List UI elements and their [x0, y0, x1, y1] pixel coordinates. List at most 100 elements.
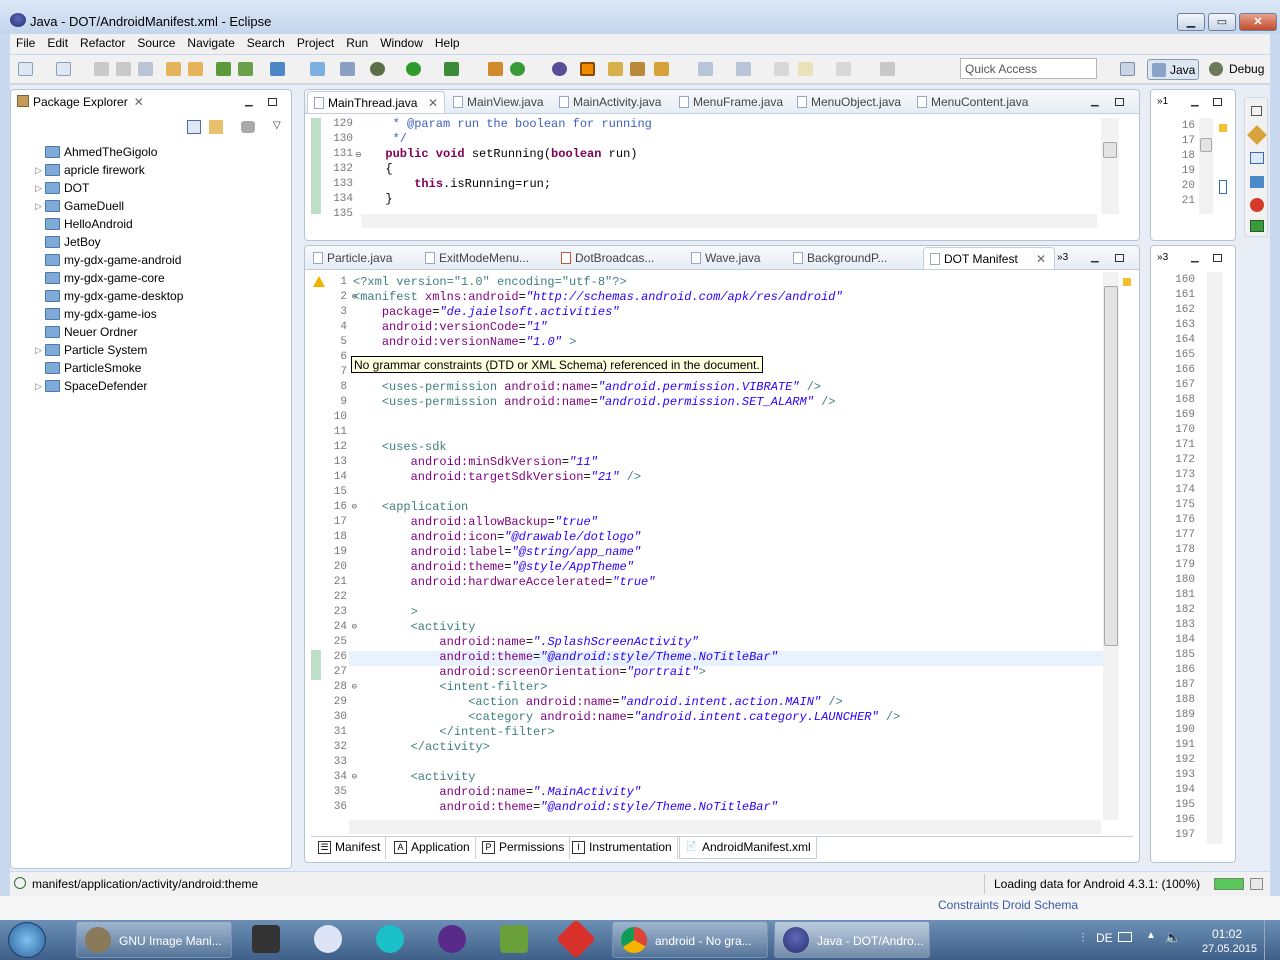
tray-expand-icon[interactable]: ⋮: [1078, 932, 1088, 943]
expand-icon[interactable]: ▷: [35, 378, 42, 394]
page-permissions[interactable]: P Permissions: [477, 837, 571, 859]
new-package-icon[interactable]: [488, 62, 503, 76]
maximize-view-icon[interactable]: [1213, 254, 1222, 262]
vertical-scrollbar[interactable]: [1103, 272, 1119, 820]
task-chrome[interactable]: android - No gra...: [612, 921, 768, 958]
tab-mainview[interactable]: MainView.java: [447, 91, 550, 113]
tab-menucontent[interactable]: MenuContent.java: [911, 91, 1034, 113]
eclipse-launcher-icon[interactable]: [438, 925, 466, 953]
progress-bar[interactable]: [1214, 878, 1244, 890]
warning-marker[interactable]: [1123, 278, 1131, 286]
task-eclipse[interactable]: Java - DOT/Andro...: [774, 921, 930, 958]
progress-view-icon[interactable]: [1250, 878, 1263, 890]
tree-item[interactable]: HelloAndroid: [35, 216, 183, 234]
tree-item[interactable]: Neuer Ordner: [35, 324, 183, 342]
console-icon[interactable]: [1250, 220, 1264, 232]
tab-mainactivity[interactable]: MainActivity.java: [553, 91, 667, 113]
pin-editor-icon[interactable]: [880, 62, 895, 76]
overflow-tabs[interactable]: »3: [1057, 252, 1068, 263]
tree-item[interactable]: ▷ GameDuell: [35, 198, 183, 216]
menu-project[interactable]: Project: [291, 34, 340, 50]
tree-item[interactable]: my-gdx-game-core: [35, 270, 183, 288]
tab-package-explorer[interactable]: Package Explorer ✕: [13, 91, 150, 113]
tree-item[interactable]: ▷ Particle System: [35, 342, 183, 360]
java-perspective-button[interactable]: Java: [1147, 59, 1199, 80]
open-perspective-icon[interactable]: [1120, 62, 1135, 76]
menu-help[interactable]: Help: [429, 34, 466, 50]
close-icon[interactable]: ✕: [428, 96, 438, 110]
overflow-tabs[interactable]: »3: [1157, 252, 1168, 263]
menu-refactor[interactable]: Refactor: [74, 34, 131, 50]
scroll-thumb[interactable]: [1200, 138, 1212, 152]
page-manifest[interactable]: ☰ Manifest: [313, 837, 387, 859]
tree-item[interactable]: my-gdx-game-ios: [35, 306, 183, 324]
tree-item[interactable]: ▷ SpaceDefender: [35, 378, 183, 396]
new-icon[interactable]: [18, 62, 33, 76]
link-with-editor-icon[interactable]: [209, 120, 223, 134]
menu-source[interactable]: Source: [131, 34, 181, 50]
last-edit-icon[interactable]: [774, 62, 789, 76]
task-list-icon[interactable]: [1247, 125, 1267, 145]
tab-backgroundp[interactable]: BackgroundP...: [787, 247, 894, 269]
menu-search[interactable]: Search: [241, 34, 291, 50]
tab-mainthread[interactable]: MainThread.java ✕: [307, 91, 445, 113]
restore-icon[interactable]: [1251, 106, 1262, 116]
pokerstars-icon[interactable]: [556, 919, 596, 959]
maximize-button[interactable]: ▭: [1208, 13, 1236, 31]
tree-item[interactable]: my-gdx-game-android: [35, 252, 183, 270]
expand-icon[interactable]: ▷: [35, 162, 42, 178]
view-menu-icon[interactable]: ▽: [273, 120, 281, 131]
new-file-icon[interactable]: [56, 62, 71, 76]
expand-icon[interactable]: ▷: [35, 180, 42, 196]
minimize-view-icon[interactable]: ▁: [1091, 96, 1099, 107]
android-sdk-icon[interactable]: [166, 62, 181, 76]
stop-icon[interactable]: [580, 62, 595, 76]
vertical-scrollbar[interactable]: [1199, 118, 1213, 214]
avd-manager-icon[interactable]: [188, 62, 203, 76]
horizontal-scrollbar[interactable]: [361, 214, 1097, 228]
menu-navigate[interactable]: Navigate: [181, 34, 240, 50]
view-filters-icon[interactable]: [241, 121, 255, 133]
menu-file[interactable]: File: [10, 34, 41, 50]
tree-item[interactable]: ▷ DOT: [35, 180, 183, 198]
tree-item[interactable]: AhmedTheGigolo: [35, 144, 183, 162]
horizontal-scrollbar[interactable]: [349, 820, 1101, 834]
page-application[interactable]: A Application: [389, 837, 476, 859]
menu-window[interactable]: Window: [374, 34, 429, 50]
forward-icon[interactable]: [836, 62, 851, 76]
expand-icon[interactable]: ▷: [35, 198, 42, 214]
scroll-thumb[interactable]: [1104, 286, 1118, 646]
lint-icon[interactable]: [238, 62, 253, 76]
volume-icon[interactable]: 🔈: [1164, 929, 1181, 946]
open-folder-icon[interactable]: [608, 62, 623, 76]
language-indicator[interactable]: DE: [1096, 931, 1113, 945]
quick-access-input[interactable]: Quick Access: [960, 58, 1097, 79]
java-code[interactable]: * @param run the boolean for running */ …: [371, 117, 651, 207]
warning-marker[interactable]: [1219, 124, 1227, 132]
problems-icon[interactable]: [1250, 176, 1264, 188]
debug-icon[interactable]: [370, 62, 385, 76]
vertical-scrollbar[interactable]: [1207, 272, 1223, 844]
collapse-all-icon[interactable]: [187, 120, 201, 134]
tree-item[interactable]: my-gdx-game-desktop: [35, 288, 183, 306]
maximize-view-icon[interactable]: [1115, 254, 1124, 262]
scroll-thumb[interactable]: [1103, 142, 1117, 158]
tab-wave[interactable]: Wave.java: [685, 247, 767, 269]
menu-run[interactable]: Run: [340, 34, 374, 50]
inkscape-icon[interactable]: [252, 925, 280, 953]
download-icon[interactable]: [216, 62, 231, 76]
keyboard-icon[interactable]: [1118, 932, 1132, 942]
yed-icon[interactable]: [314, 925, 342, 953]
debug-perspective-button[interactable]: Debug: [1205, 59, 1265, 80]
show-hidden-icons[interactable]: ▲: [1146, 930, 1156, 941]
new-java-project-icon[interactable]: [310, 62, 325, 76]
android-studio-icon[interactable]: [500, 925, 528, 953]
close-button[interactable]: ✕: [1239, 13, 1277, 31]
toggle-breadcrumb-icon[interactable]: [340, 62, 355, 76]
run-external-icon[interactable]: [444, 62, 459, 76]
tab-particle[interactable]: Particle.java: [307, 247, 398, 269]
expand-icon[interactable]: ▷: [35, 342, 42, 358]
prev-annotation-icon[interactable]: [736, 62, 751, 76]
minimize-view-icon[interactable]: ▁: [1191, 96, 1199, 107]
save-icon[interactable]: [94, 62, 109, 76]
